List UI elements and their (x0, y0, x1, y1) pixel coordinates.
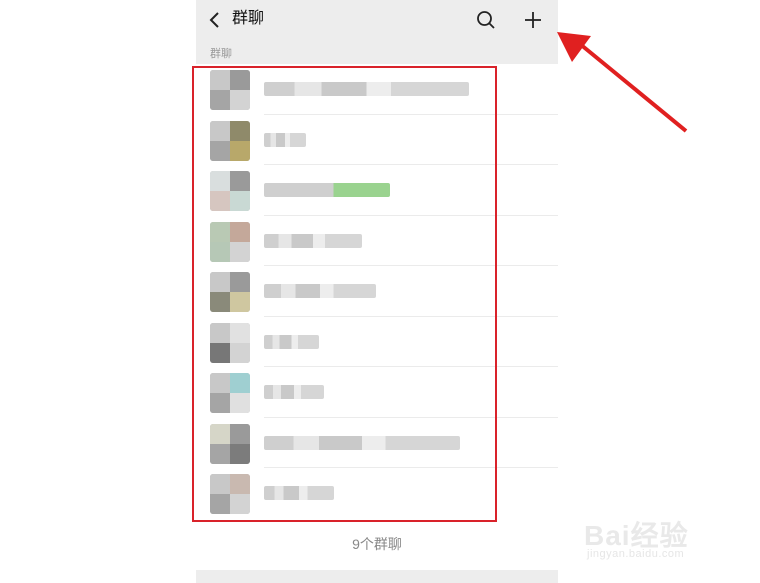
watermark-sub: jingyan.baidu.com (587, 548, 685, 560)
highlight-box (192, 66, 497, 522)
watermark: Bai经验 jingyan.baidu.com (584, 500, 744, 570)
bottom-bar (196, 570, 558, 583)
section-label: 群聊 (210, 48, 232, 60)
section-header: 群聊 (196, 40, 558, 64)
group-count: 9个群聊 (196, 518, 558, 570)
page-title: 群聊 (232, 10, 265, 27)
back-chevron-icon[interactable] (206, 10, 226, 30)
plus-icon[interactable] (522, 9, 544, 31)
search-icon[interactable] (475, 9, 497, 31)
top-bar: 群聊 (196, 0, 558, 40)
